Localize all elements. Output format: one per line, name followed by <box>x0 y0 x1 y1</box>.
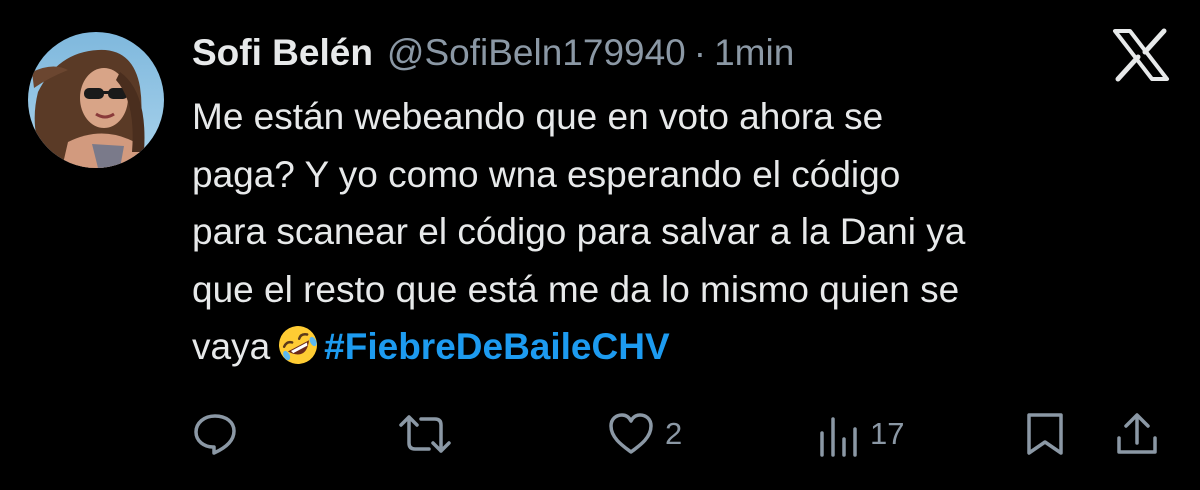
author-display-name[interactable]: Sofi Belén <box>192 28 373 78</box>
retweet-button[interactable] <box>398 404 462 464</box>
views-count: 17 <box>870 416 905 451</box>
x-logo-icon[interactable] <box>1112 28 1170 82</box>
avatar[interactable] <box>28 32 164 168</box>
rolling-laughing-emoji-icon <box>276 323 320 367</box>
share-icon <box>1117 413 1157 454</box>
share-button[interactable] <box>1114 404 1160 464</box>
tweet-line: paga? Y yo como wna esperando el código <box>192 153 901 195</box>
tweet-line: Me están webeando que en voto ahora se <box>192 96 884 137</box>
bookmark-button[interactable] <box>1024 404 1066 464</box>
bookmark-icon <box>1027 413 1063 455</box>
tweet-line-text: vaya <box>192 326 271 368</box>
tweet-line: para scanear el código para salvar a la … <box>192 211 966 253</box>
reply-button[interactable] <box>192 404 248 464</box>
tweet-last-line: vaya #FiebreDeBaileCHV <box>192 318 1182 376</box>
header-separator: · <box>693 32 707 73</box>
heart-icon <box>609 413 653 454</box>
tweet-card[interactable]: Sofi Belén @SofiBeln179940 · 1min Me est… <box>0 0 1200 490</box>
tweet-actions-bar: 2 17 <box>0 404 1200 464</box>
views-icon <box>820 417 857 457</box>
avatar-photo <box>28 32 164 168</box>
reply-icon <box>194 414 236 455</box>
author-handle[interactable]: @SofiBeln179940 <box>387 28 686 78</box>
views-button[interactable]: 17 <box>816 404 904 464</box>
tweet-text: Me están webeando que en voto ahora se p… <box>192 88 1182 376</box>
tweet-timestamp[interactable]: 1min <box>714 28 794 78</box>
like-count: 2 <box>665 416 683 451</box>
hashtag-link[interactable]: #FiebreDeBaileCHV <box>324 326 669 367</box>
like-button[interactable]: 2 <box>607 404 682 464</box>
tweet-header: Sofi Belén @SofiBeln179940 · 1min <box>192 28 794 78</box>
retweet-icon <box>399 415 451 453</box>
tweet-line: que el resto que está me da lo mismo qui… <box>192 268 960 310</box>
